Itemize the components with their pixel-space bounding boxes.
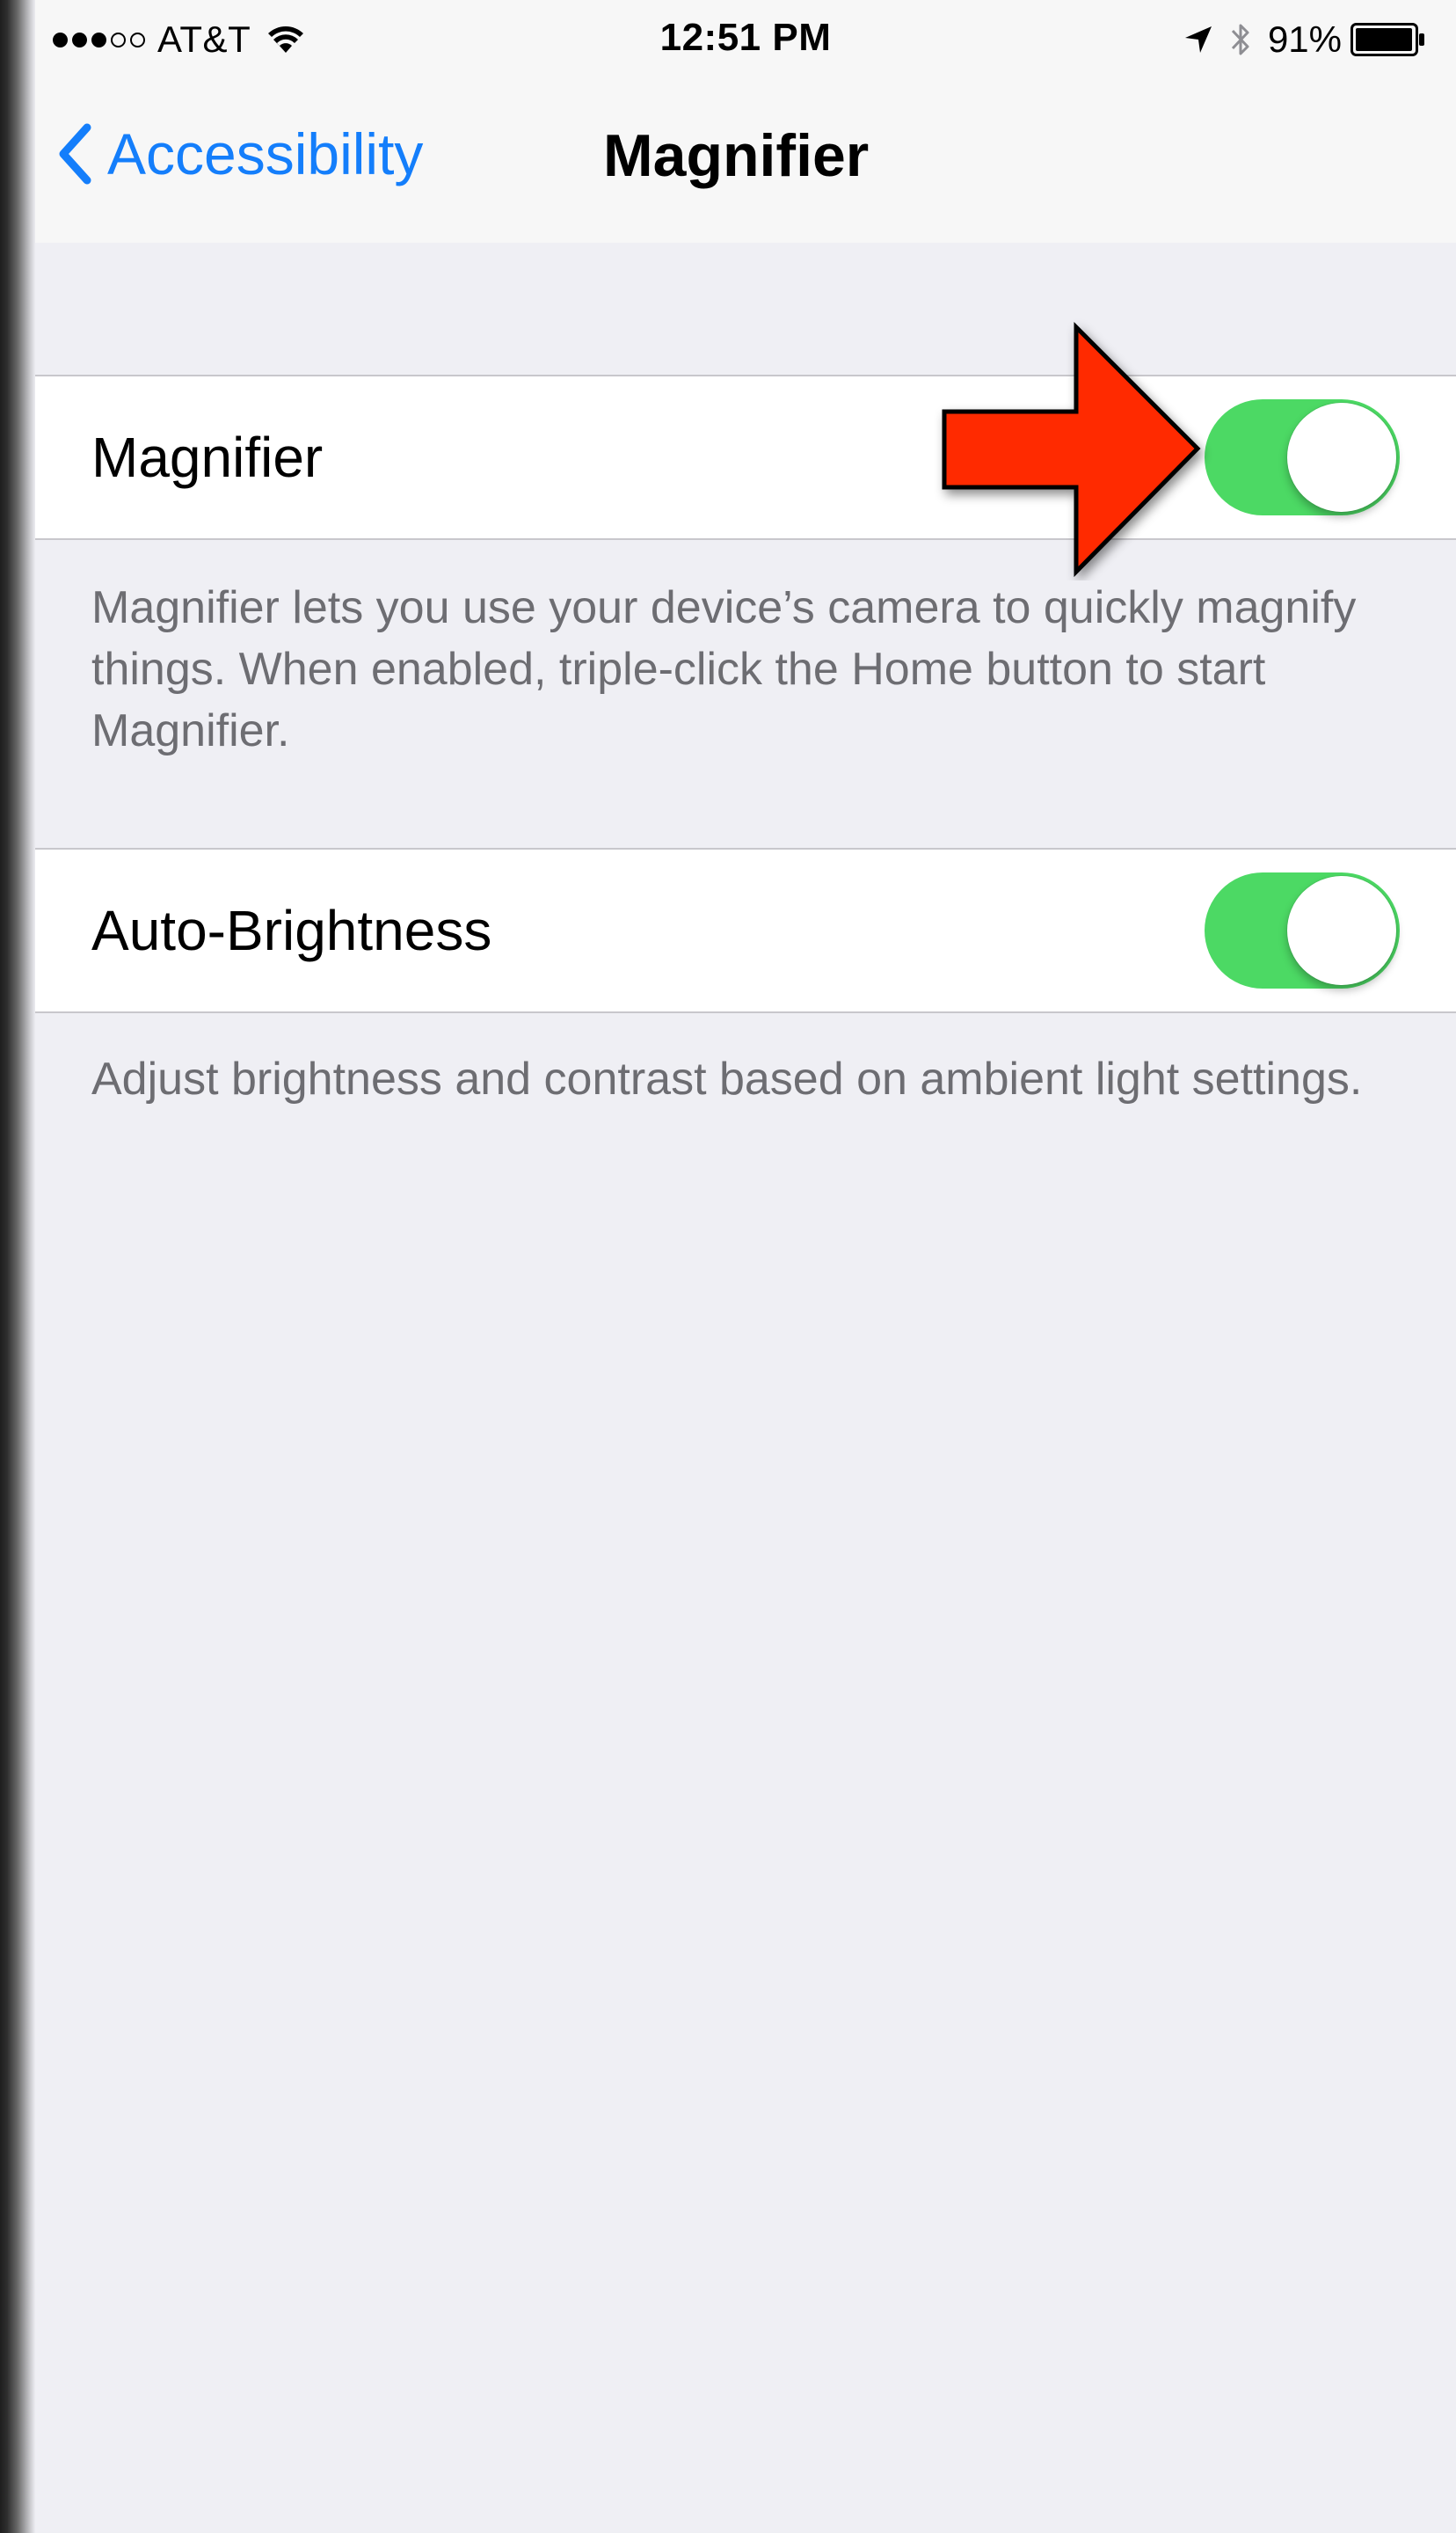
status-right: 91% (1183, 18, 1426, 60)
magnifier-toggle[interactable] (1205, 399, 1400, 515)
battery-percentage: 91% (1267, 18, 1342, 60)
back-button[interactable]: Accessibility (58, 114, 423, 193)
red-arrow-annotation-icon (942, 321, 1201, 578)
magnifier-label: Magnifier (91, 426, 324, 489)
battery-icon (1350, 23, 1424, 56)
toggle-knob (1287, 403, 1396, 512)
location-arrow-icon (1184, 26, 1212, 53)
magnifier-description: Magnifier lets you use your device’s cam… (91, 582, 1357, 756)
back-button-label: Accessibility (107, 121, 424, 186)
bluetooth-icon (1231, 24, 1249, 55)
navigation-bar: Accessibility Magnifier (35, 79, 1456, 243)
chevron-left-icon (59, 123, 91, 185)
magnifier-setting-row: Magnifier (35, 375, 1456, 540)
page-title: Magnifier (603, 122, 870, 189)
status-bar: AT&T 12:51 PM 91% (35, 0, 1456, 79)
settings-screen: AT&T 12:51 PM 91% Accessibility Magnifie… (35, 0, 1456, 2533)
toggle-knob (1287, 876, 1396, 985)
auto-brightness-setting-row: Auto-Brightness (35, 848, 1456, 1013)
auto-brightness-label: Auto-Brightness (91, 899, 492, 962)
auto-brightness-description: Adjust brightness and contrast based on … (91, 1054, 1363, 1105)
auto-brightness-toggle[interactable] (1205, 872, 1400, 989)
screenshot-frame-edge (0, 0, 35, 2533)
